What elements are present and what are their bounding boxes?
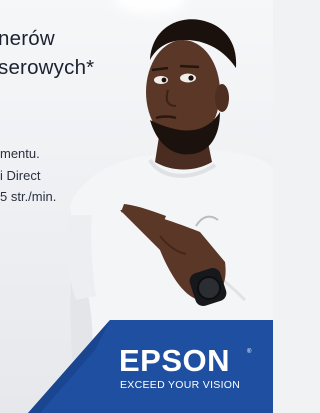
tagline: EXCEED YOUR VISION (120, 379, 241, 391)
epson-banner-ad[interactable]: nerów serowych* mentu. i Direct 5 str./m… (0, 0, 273, 413)
epson-logo[interactable]: EPSON (119, 344, 230, 378)
registered-mark: ® (247, 349, 252, 355)
right-eye (180, 73, 196, 83)
ear (215, 84, 229, 112)
right-pupil (188, 75, 194, 81)
watch-face (197, 276, 221, 300)
left-pupil (161, 77, 167, 83)
